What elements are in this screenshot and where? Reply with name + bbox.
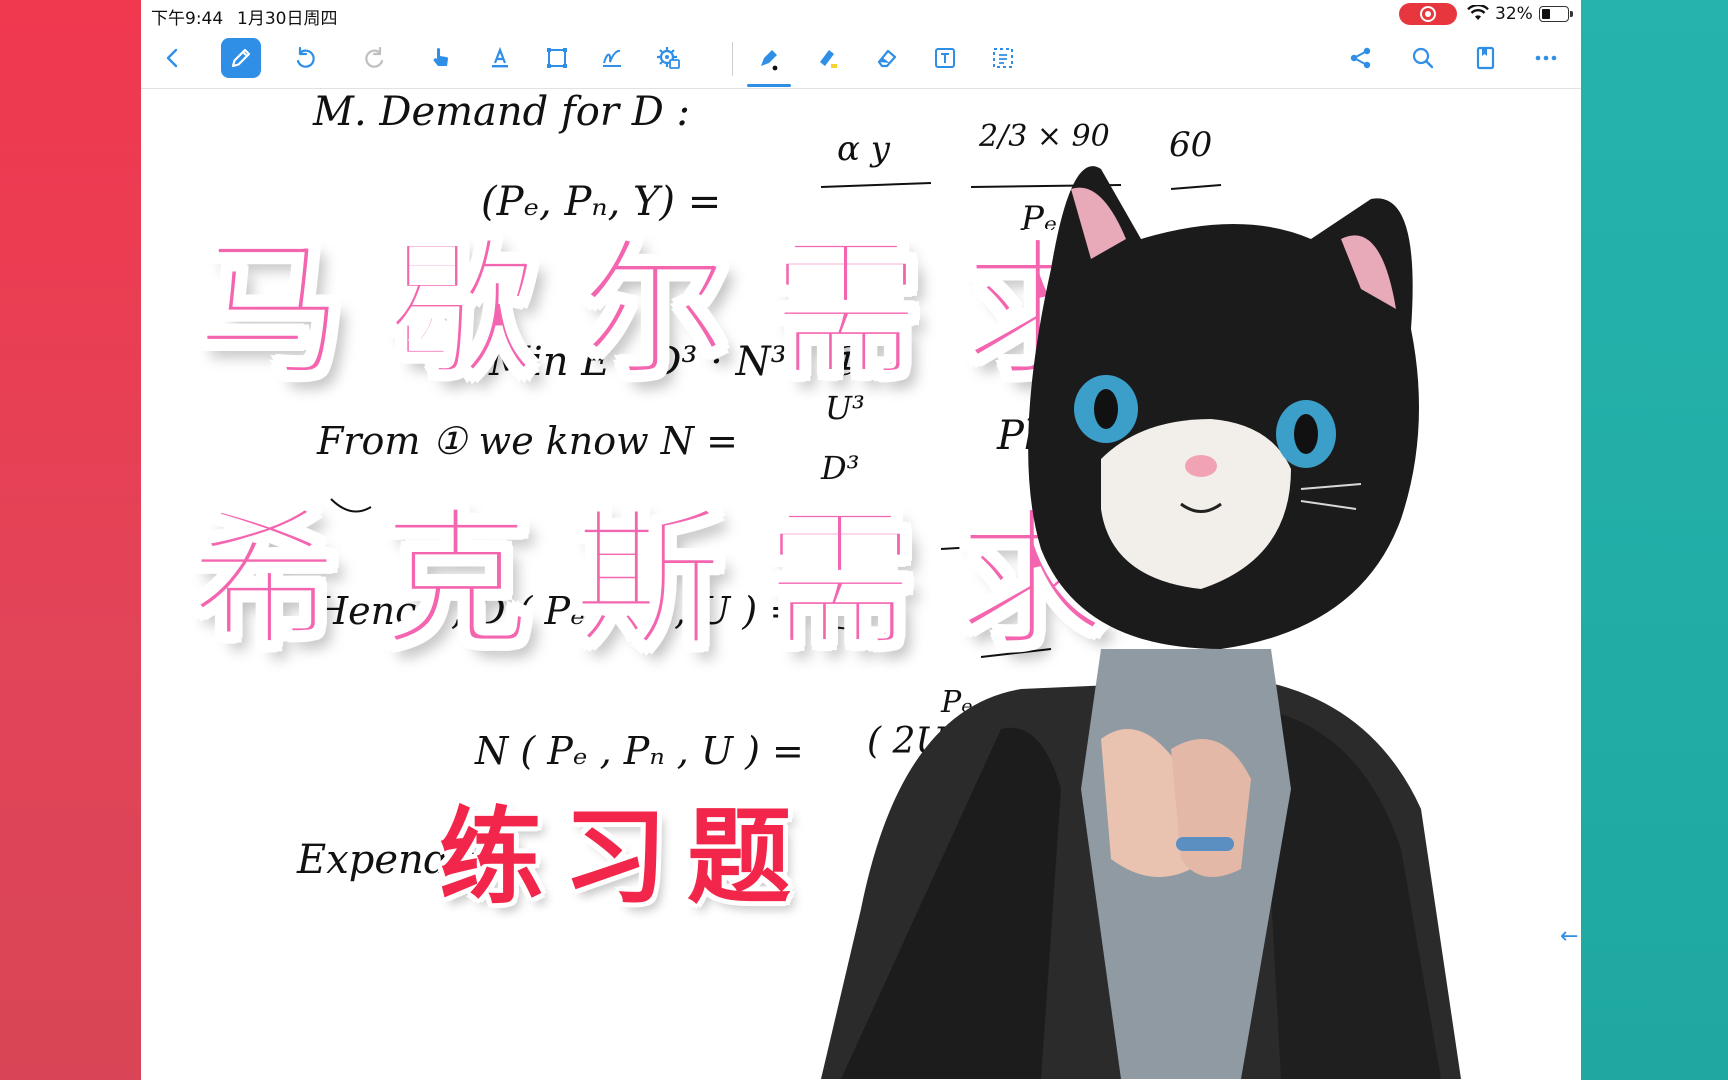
fountain-pen-icon [761,50,778,71]
bookmark-button[interactable] [1465,38,1505,78]
signature-icon [603,49,621,67]
search-button[interactable] [1403,38,1443,78]
status-time: 下午9:44 [151,9,224,29]
settings-button[interactable] [648,38,688,78]
shape-tool-button[interactable] [537,38,577,78]
toolbar-divider [732,42,733,76]
lasso-icon [993,48,1013,68]
status-bar: 下午9:44 1月30日周四 32% [141,0,1581,29]
textbox-icon [935,48,955,68]
battery-percent: 32% [1495,4,1533,24]
undo-icon [296,46,315,68]
pencil-mode-button[interactable] [221,38,261,78]
settings-icon [657,47,680,69]
text-underline-icon [492,46,508,68]
redo-button[interactable] [355,38,395,78]
undo-button[interactable] [285,38,325,78]
active-tool-indicator [747,84,791,87]
hand-icon [433,47,448,66]
highlighter-button[interactable] [807,38,847,78]
more-button[interactable] [1526,38,1566,78]
eraser-button[interactable] [867,38,907,78]
right-color-band [1581,0,1728,1080]
battery-icon [1539,6,1573,22]
lasso-tool-button[interactable] [592,38,632,78]
textbox-button[interactable] [925,38,965,78]
pencil-icon [231,48,251,68]
hand-tool-button[interactable] [421,38,461,78]
cat-mask-person-image [821,166,1461,1079]
bookmark-icon [1476,46,1495,70]
left-color-band [0,0,141,1080]
back-icon [166,48,178,68]
share-nodes-icon [1350,47,1371,69]
screen-recording-indicator[interactable] [1399,3,1457,25]
pen-tool-button[interactable] [749,38,789,78]
status-date: 1月30日周四 [237,9,338,29]
more-icon [1535,55,1557,61]
redo-icon [365,46,384,68]
highlighter-icon [820,50,837,68]
shape-icon [547,48,567,68]
eraser-icon [877,49,897,68]
page-edge-arrow-icon[interactable]: ← [1560,924,1578,949]
lasso-select-button[interactable] [983,38,1023,78]
ipad-screen: 下午9:44 1月30日周四 32% M. Demand for D: α y… [141,0,1581,1080]
back-button[interactable] [153,38,193,78]
search-icon [1412,47,1434,69]
wifi-icon [1467,3,1489,26]
text-tool-button[interactable] [480,38,520,78]
notes-toolbar [141,30,1581,89]
share-button[interactable] [1341,38,1381,78]
record-icon [1420,6,1436,22]
note-canvas[interactable]: M. Demand for D : α y 2/3 × 90 60 (Pₑ, P… [141,89,1581,1080]
